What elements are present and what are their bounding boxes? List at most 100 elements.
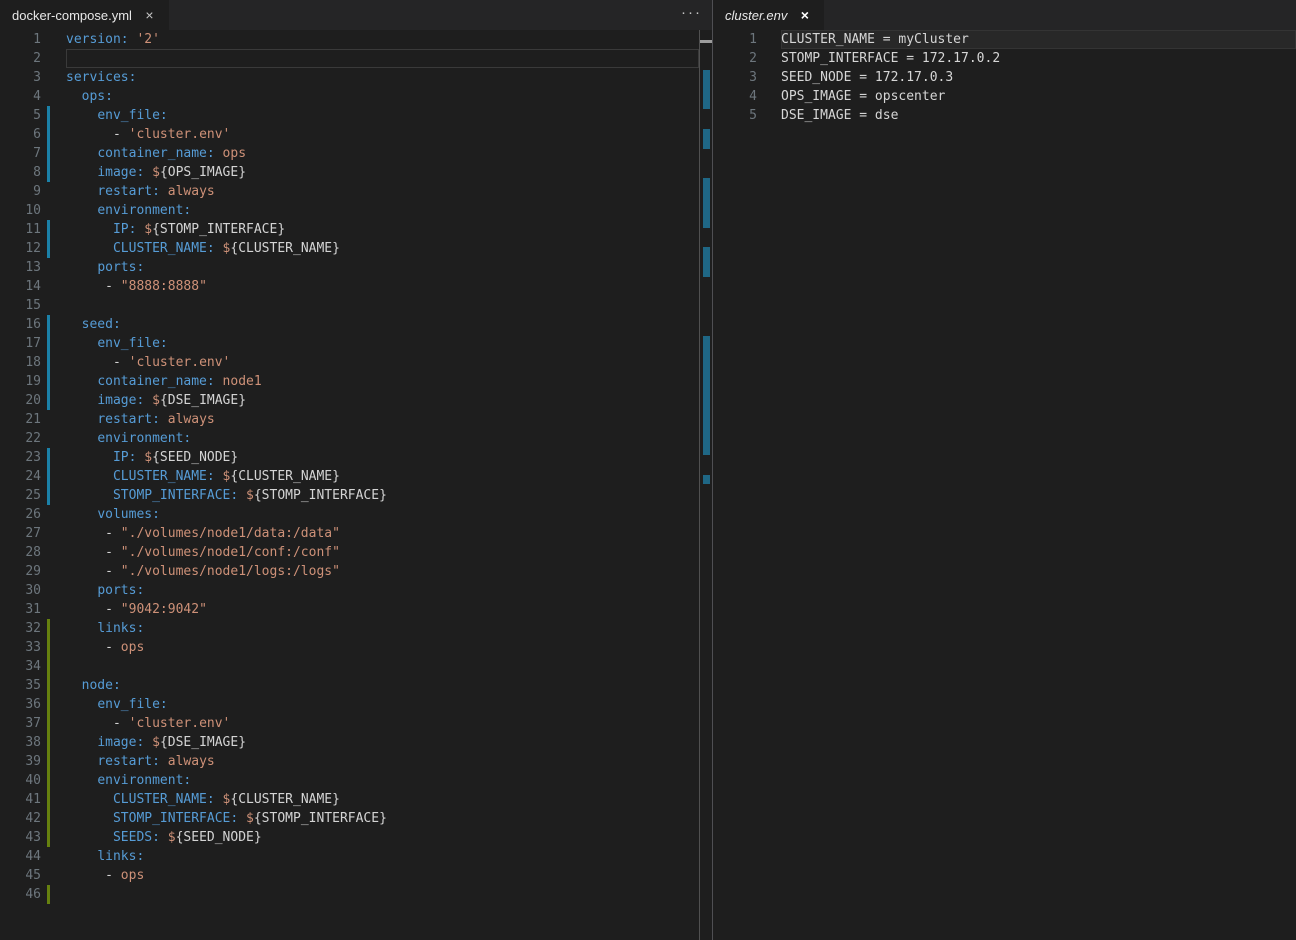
line-number[interactable]: 42 xyxy=(0,809,41,828)
gutter-added-indicator[interactable] xyxy=(47,828,50,847)
line-number[interactable]: 5 xyxy=(713,106,757,125)
code-line[interactable]: ports: xyxy=(66,581,699,600)
code-line[interactable]: env_file: xyxy=(66,106,699,125)
line-number[interactable]: 40 xyxy=(0,771,41,790)
code-line[interactable]: STOMP_INTERFACE: ${STOMP_INTERFACE} xyxy=(66,809,699,828)
line-number[interactable]: 17 xyxy=(0,334,41,353)
line-number[interactable]: 18 xyxy=(0,353,41,372)
code-line[interactable]: IP: ${STOMP_INTERFACE} xyxy=(66,220,699,239)
line-number[interactable]: 19 xyxy=(0,372,41,391)
line-number[interactable]: 39 xyxy=(0,752,41,771)
code-line[interactable]: ports: xyxy=(66,258,699,277)
line-number[interactable]: 8 xyxy=(0,163,41,182)
code-line[interactable] xyxy=(66,885,699,904)
code-line[interactable]: version: '2' xyxy=(66,30,699,49)
gutter-added-indicator[interactable] xyxy=(47,657,50,676)
code-line[interactable]: SEED_NODE = 172.17.0.3 xyxy=(781,68,1296,87)
code-line[interactable]: env_file: xyxy=(66,695,699,714)
code-line[interactable]: OPS_IMAGE = opscenter xyxy=(781,87,1296,106)
line-number[interactable]: 9 xyxy=(0,182,41,201)
code-line[interactable]: links: xyxy=(66,619,699,638)
code-line[interactable]: env_file: xyxy=(66,334,699,353)
line-number[interactable]: 31 xyxy=(0,600,41,619)
line-number[interactable]: 24 xyxy=(0,467,41,486)
tab-cluster-env[interactable]: cluster.env × xyxy=(713,0,824,30)
gutter-modified-indicator[interactable] xyxy=(47,144,50,163)
line-number[interactable]: 7 xyxy=(0,144,41,163)
code-line[interactable]: - "8888:8888" xyxy=(66,277,699,296)
line-number[interactable]: 21 xyxy=(0,410,41,429)
code-line[interactable]: seed: xyxy=(66,315,699,334)
line-number[interactable]: 44 xyxy=(0,847,41,866)
gutter-modified-indicator[interactable] xyxy=(47,486,50,505)
line-number[interactable]: 25 xyxy=(0,486,41,505)
code-line[interactable]: SEEDS: ${SEED_NODE} xyxy=(66,828,699,847)
line-number[interactable]: 16 xyxy=(0,315,41,334)
code-line[interactable]: image: ${DSE_IMAGE} xyxy=(66,391,699,410)
line-number[interactable]: 22 xyxy=(0,429,41,448)
line-number[interactable]: 6 xyxy=(0,125,41,144)
tab-docker-compose[interactable]: docker-compose.yml × xyxy=(0,0,169,30)
gutter-added-indicator[interactable] xyxy=(47,676,50,695)
gutter-added-indicator[interactable] xyxy=(47,619,50,638)
code-line[interactable]: CLUSTER_NAME: ${CLUSTER_NAME} xyxy=(66,467,699,486)
gutter-modified-indicator[interactable] xyxy=(47,163,50,182)
code-line[interactable]: STOMP_INTERFACE = 172.17.0.2 xyxy=(781,49,1296,68)
code-line[interactable] xyxy=(66,49,699,68)
gutter-modified-indicator[interactable] xyxy=(47,239,50,258)
code-line[interactable] xyxy=(66,657,699,676)
line-number[interactable]: 4 xyxy=(713,87,757,106)
line-number[interactable]: 45 xyxy=(0,866,41,885)
line-number[interactable]: 33 xyxy=(0,638,41,657)
code-line[interactable]: image: ${DSE_IMAGE} xyxy=(66,733,699,752)
gutter-modified-indicator[interactable] xyxy=(47,315,50,334)
line-number[interactable]: 1 xyxy=(0,30,41,49)
gutter-modified-indicator[interactable] xyxy=(47,448,50,467)
gutter-added-indicator[interactable] xyxy=(47,638,50,657)
more-actions-icon[interactable]: ··· xyxy=(681,0,702,30)
gutter-added-indicator[interactable] xyxy=(47,695,50,714)
code-line[interactable]: DSE_IMAGE = dse xyxy=(781,106,1296,125)
gutter-added-indicator[interactable] xyxy=(47,733,50,752)
gutter-modified-indicator[interactable] xyxy=(47,334,50,353)
gutter-modified-indicator[interactable] xyxy=(47,467,50,486)
line-number[interactable]: 37 xyxy=(0,714,41,733)
code-line[interactable]: - 'cluster.env' xyxy=(66,714,699,733)
gutter-modified-indicator[interactable] xyxy=(47,391,50,410)
line-number[interactable]: 15 xyxy=(0,296,41,315)
code-line[interactable]: links: xyxy=(66,847,699,866)
code-line[interactable]: CLUSTER_NAME = myCluster xyxy=(781,30,1296,49)
line-number[interactable]: 34 xyxy=(0,657,41,676)
line-number[interactable]: 30 xyxy=(0,581,41,600)
code-line[interactable]: - ops xyxy=(66,866,699,885)
code-line[interactable]: environment: xyxy=(66,429,699,448)
gutter-modified-indicator[interactable] xyxy=(47,125,50,144)
gutter-added-indicator[interactable] xyxy=(47,790,50,809)
code-line[interactable]: - "./volumes/node1/conf:/conf" xyxy=(66,543,699,562)
code-line[interactable]: restart: always xyxy=(66,410,699,429)
line-number[interactable]: 41 xyxy=(0,790,41,809)
line-number[interactable]: 46 xyxy=(0,885,41,904)
line-number[interactable]: 36 xyxy=(0,695,41,714)
gutter-modified-indicator[interactable] xyxy=(47,372,50,391)
code-line[interactable]: - 'cluster.env' xyxy=(66,353,699,372)
line-number[interactable]: 13 xyxy=(0,258,41,277)
line-number[interactable]: 3 xyxy=(0,68,41,87)
line-number[interactable]: 35 xyxy=(0,676,41,695)
gutter-added-indicator[interactable] xyxy=(47,809,50,828)
line-number[interactable]: 32 xyxy=(0,619,41,638)
gutter-added-indicator[interactable] xyxy=(47,885,50,904)
code-line[interactable]: STOMP_INTERFACE: ${STOMP_INTERFACE} xyxy=(66,486,699,505)
code-line[interactable]: restart: always xyxy=(66,752,699,771)
code-line[interactable]: services: xyxy=(66,68,699,87)
line-number[interactable]: 26 xyxy=(0,505,41,524)
line-number[interactable]: 4 xyxy=(0,87,41,106)
line-number[interactable]: 2 xyxy=(713,49,757,68)
code-line[interactable]: CLUSTER_NAME: ${CLUSTER_NAME} xyxy=(66,790,699,809)
line-number[interactable]: 20 xyxy=(0,391,41,410)
code-line[interactable]: - "./volumes/node1/logs:/logs" xyxy=(66,562,699,581)
code-line[interactable]: restart: always xyxy=(66,182,699,201)
code-line[interactable]: - "9042:9042" xyxy=(66,600,699,619)
line-number[interactable]: 38 xyxy=(0,733,41,752)
code-line[interactable]: - ops xyxy=(66,638,699,657)
